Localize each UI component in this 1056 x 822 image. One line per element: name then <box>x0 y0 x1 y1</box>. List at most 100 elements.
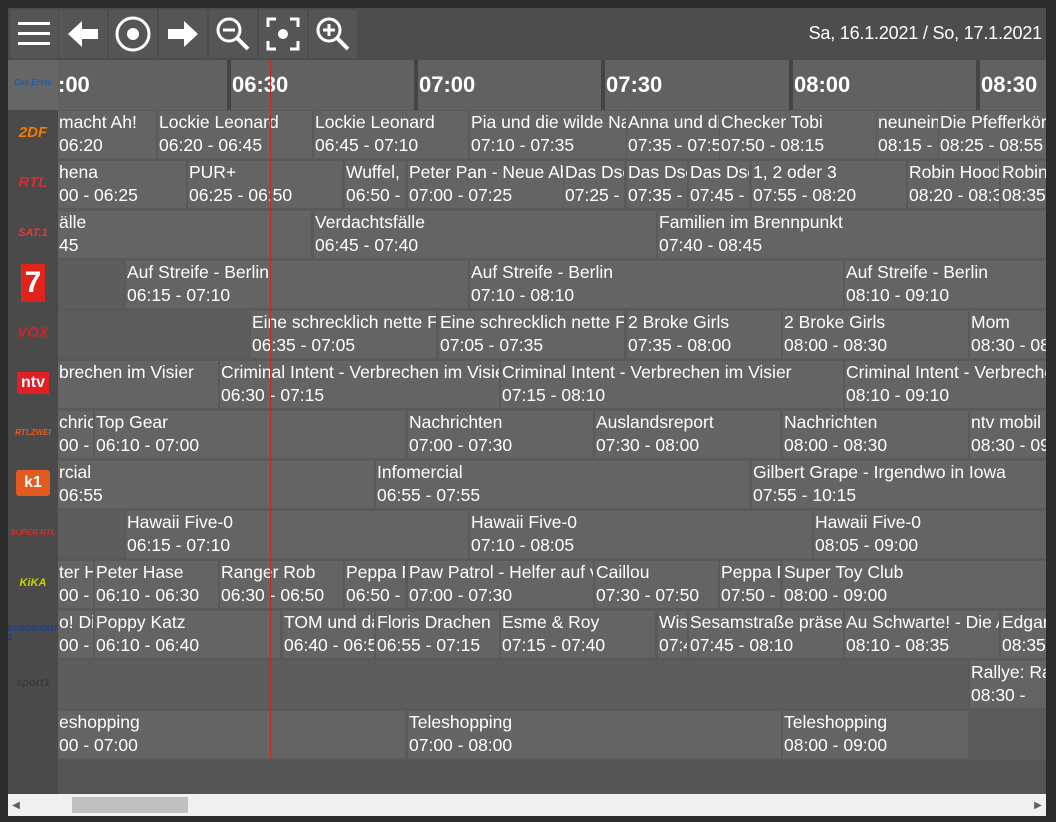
program-block[interactable]: Eine schrecklich nette Familie06:35 - 07… <box>251 311 436 358</box>
program-block[interactable]: Auf Streife - Berlin 06:15 - 07:10 <box>126 261 468 308</box>
program-block[interactable]: Ranger Rob 06:30 - 06:50 <box>220 561 343 608</box>
program-block[interactable] <box>58 261 124 308</box>
program-block[interactable]: Familien im Brennpunkt 07:40 - 08:45 <box>658 211 1046 258</box>
program-block[interactable]: Criminal Intent - Verbrechen im Visier08… <box>845 361 1046 408</box>
program-block[interactable]: hena 00 - 06:25 <box>58 161 186 208</box>
channel-logo[interactable]: Das Erste <box>8 58 58 107</box>
program-block[interactable]: Edgar 08:35 <box>1001 611 1046 658</box>
channel-logo[interactable]: VOX <box>8 308 58 357</box>
program-block[interactable]: Mom 08:30 - 08 <box>970 311 1046 358</box>
now-button[interactable] <box>109 10 157 58</box>
channel-logo[interactable]: EUROSPORT 1 <box>8 608 58 657</box>
program-block[interactable]: rcial 06:55 <box>58 461 374 508</box>
program-block[interactable]: macht Ah! 06:20 <box>58 111 156 158</box>
channel-logo[interactable]: ntv <box>8 358 58 407</box>
channel-logo[interactable]: sport1 <box>8 658 58 707</box>
program-block[interactable]: Caillou 07:30 - 07:50 <box>595 561 718 608</box>
program-block[interactable]: Nachrichten 08:00 - 08:30 <box>783 411 968 458</box>
channel-logo[interactable]: SAT.1 <box>8 208 58 257</box>
program-block[interactable]: Teleshopping 07:00 - 08:00 <box>408 711 781 758</box>
program-block[interactable]: Auf Streife - Berlin 08:10 - 09:10 <box>845 261 1046 308</box>
program-block[interactable]: Wuffel, d06:50 - 07:00 <box>345 161 405 208</box>
program-block[interactable]: neuneinhalb08:15 - 08:25 <box>877 111 938 158</box>
program-block[interactable]: Das Dschungelbuch07:25 - 07:35 <box>564 161 624 208</box>
program-block[interactable]: Verdachtsfälle 06:45 - 07:40 <box>314 211 656 258</box>
program-block[interactable]: Das Dschungelbuch07:35 - 07:45 <box>627 161 687 208</box>
program-block[interactable]: ntv mobil 08:30 - 09 <box>970 411 1046 458</box>
program-block[interactable]: Hawaii Five-0 08:05 - 09:00 <box>814 511 1046 558</box>
program-block[interactable] <box>58 661 968 708</box>
program-block[interactable]: 2 Broke Girls 08:00 - 08:30 <box>783 311 968 358</box>
program-block[interactable]: Peter Pan - Neue Abenteuer07:00 - 07:25 <box>408 161 563 208</box>
program-block[interactable]: o! Die00 - 06:10 <box>58 611 93 658</box>
program-block[interactable]: Hawaii Five-0 06:15 - 07:10 <box>126 511 468 558</box>
program-block[interactable]: Au Schwarte! - Die Abenteuer08:10 - 08:3… <box>845 611 999 658</box>
program-block[interactable]: Robin Hood08:35 <box>1001 161 1046 208</box>
program-title: Eine schrecklich nette Familie <box>252 312 436 332</box>
program-block[interactable]: Peppa Pig07:50 - 08:00 <box>720 561 780 608</box>
program-block[interactable]: Pia und die wilde Natur07:10 - 07:35 <box>470 111 626 158</box>
program-block[interactable]: Die Pfefferkörner08:25 - 08:55 <box>939 111 1046 158</box>
program-time: 06:35 - 07:05 <box>252 334 356 355</box>
program-block[interactable]: Eine schrecklich nette Familie07:05 - 07… <box>439 311 624 358</box>
program-block[interactable]: TOM und das06:40 - 06:55 <box>283 611 374 658</box>
program-block[interactable]: Rallye: Ra 08:30 - <box>970 661 1046 708</box>
program-block[interactable]: Checker Tobi 07:50 - 08:15 <box>720 111 876 158</box>
channel-logo[interactable]: RTL <box>8 158 58 207</box>
program-block[interactable]: brechen im Visier <box>58 361 218 408</box>
program-block[interactable]: Lockie Leonard 06:20 - 06:45 <box>158 111 312 158</box>
program-block[interactable] <box>58 511 124 558</box>
program-block[interactable]: Top Gear 06:10 - 07:00 <box>95 411 405 458</box>
program-block[interactable]: älle 45 <box>58 211 311 258</box>
channel-logo[interactable]: 2DF <box>8 108 58 157</box>
program-block[interactable]: Infomercial 06:55 - 07:55 <box>376 461 749 508</box>
channel-logo[interactable]: 7 <box>8 258 58 307</box>
zoom-out-button[interactable] <box>209 10 257 58</box>
program-block[interactable]: Paw Patrol - Helfer auf vier Pfoten07:00… <box>408 561 593 608</box>
channel-logo[interactable]: k1 <box>8 458 58 507</box>
program-block[interactable]: Hawaii Five-0 07:10 - 08:05 <box>470 511 812 558</box>
program-block[interactable] <box>58 311 249 358</box>
channel-logo[interactable]: KiKA <box>8 558 58 607</box>
program-block[interactable]: Lockie Leonard 06:45 - 07:10 <box>314 111 468 158</box>
program-block[interactable]: Super Toy Club 08:00 - 09:00 <box>783 561 1046 608</box>
program-block[interactable]: Criminal Intent - Verbrechen im Visier 06… <box>220 361 499 408</box>
program-block[interactable]: Auslandsreport 07:30 - 08:00 <box>595 411 780 458</box>
program-block[interactable]: Auf Streife - Berlin 07:10 - 08:10 <box>470 261 843 308</box>
focus-button[interactable] <box>259 10 307 58</box>
ruler-divider <box>227 60 231 110</box>
program-block[interactable]: Poppy Katz 06:10 - 06:40 <box>95 611 280 658</box>
program-block[interactable]: Floris Drachen 06:55 - 07:15 <box>376 611 499 658</box>
program-block[interactable]: Criminal Intent - Verbrechen im Visier 07… <box>501 361 843 408</box>
scroll-thumb[interactable] <box>72 797 188 813</box>
channel-row: Rallye: Ra 08:30 - <box>58 660 1046 710</box>
zoom-in-button[interactable] <box>309 10 357 58</box>
forward-button[interactable] <box>159 10 207 58</box>
program-block[interactable]: Gilbert Grape - Irgendwo in Iowa 07:55 - … <box>752 461 1046 508</box>
channel-logo[interactable]: SUPER RTL <box>8 508 58 557</box>
program-block[interactable]: Sesamstraße präsentiert07:45 - 08:10 <box>689 611 843 658</box>
zoom-in-icon <box>316 17 350 51</box>
back-button[interactable] <box>59 10 107 58</box>
scroll-left-arrow[interactable]: ◀ <box>8 794 24 816</box>
program-block[interactable]: Wissen07:40 <box>658 611 687 658</box>
program-block[interactable]: ter Has00 - 06:10 <box>58 561 93 608</box>
program-block[interactable]: Peppa Pig06:50 - 07:00 <box>345 561 405 608</box>
program-block[interactable]: Teleshopping 08:00 - 09:00 <box>783 711 968 758</box>
program-block[interactable]: PUR+ 06:25 - 06:50 <box>188 161 342 208</box>
program-title: Teleshopping <box>784 712 888 732</box>
program-block[interactable]: Robin Hood08:20 - 08:35 <box>908 161 999 208</box>
program-block[interactable]: 2 Broke Girls 07:35 - 08:00 <box>627 311 781 358</box>
program-block[interactable]: 1, 2 oder 3 07:55 - 08:20 <box>752 161 906 208</box>
program-block[interactable]: Esme & Roy 07:15 - 07:40 <box>501 611 655 658</box>
program-block[interactable]: chricht00 - 06:10 <box>58 411 93 458</box>
channel-logo[interactable]: RTLZWEI <box>8 408 58 457</box>
menu-button[interactable] <box>10 10 58 58</box>
program-block[interactable]: Das Dschungelbuch07:45 - 07:55 <box>689 161 749 208</box>
program-block[interactable]: Anna und die07:35 - 07:50 <box>627 111 719 158</box>
program-block[interactable]: eshopping 00 - 07:00 <box>58 711 405 758</box>
horizontal-scrollbar[interactable]: ◀ ▶ <box>8 794 1046 816</box>
program-block[interactable]: Nachrichten 07:00 - 07:30 <box>408 411 593 458</box>
scroll-right-arrow[interactable]: ▶ <box>1030 794 1046 816</box>
program-block[interactable]: Peter Hase 06:10 - 06:30 <box>95 561 218 608</box>
